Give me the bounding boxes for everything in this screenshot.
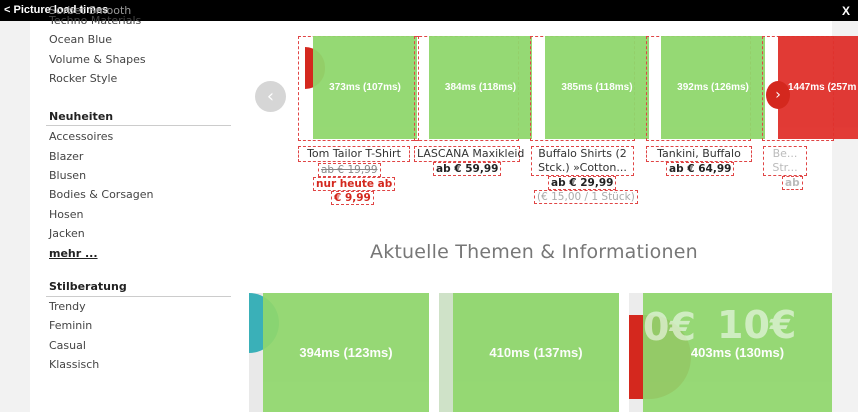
sidebar-item-blazer[interactable]: Blazer	[49, 150, 83, 163]
sidebar-item-techno[interactable]: Techno Materials	[49, 14, 141, 27]
sidebar-item-casual[interactable]: Casual	[49, 339, 86, 352]
sidebar-item-hosen[interactable]: Hosen	[49, 208, 83, 221]
badge-text: 0€	[643, 305, 696, 349]
sidebar-heading-stilberatung: Stilberatung	[49, 280, 127, 293]
sidebar-item-klassisch[interactable]: Klassisch	[49, 358, 99, 371]
sidebar-more-link[interactable]: mehr ...	[49, 247, 98, 260]
close-icon[interactable]: X	[842, 4, 850, 18]
divider	[46, 296, 231, 297]
product-name[interactable]: Be... Str...	[763, 146, 807, 176]
load-time-overlay: 1447ms (257m	[778, 36, 858, 139]
topic-tile[interactable]: 403ms (130ms) 0€ 10€	[629, 293, 832, 412]
load-time-overlay: 392ms (126ms)	[661, 36, 765, 139]
product-old-price: ab € 19,99	[318, 163, 381, 177]
load-time-overlay: 384ms (118ms)	[429, 36, 532, 139]
product-name[interactable]: LASCANA Maxikleid	[414, 146, 524, 162]
sidebar-item-feminin[interactable]: Feminin	[49, 319, 92, 332]
sidebar-item-rocker[interactable]: Rocker Style	[49, 72, 117, 85]
chevron-right-icon: ›	[775, 87, 781, 103]
sidebar-item-ocean[interactable]: Ocean Blue	[49, 33, 112, 46]
sidebar-item-bodies[interactable]: Bodies & Corsagen	[49, 188, 154, 201]
sidebar-item-jacken[interactable]: Jacken	[49, 227, 85, 240]
product-name[interactable]: Tom Tailor T-Shirt	[298, 146, 410, 162]
section-title: Aktuelle Themen & Informationen	[370, 241, 698, 263]
product-sale-label: nur heute ab	[313, 177, 396, 191]
topic-tile[interactable]: 394ms (123ms)	[249, 293, 429, 412]
load-time-overlay: 385ms (118ms)	[545, 36, 649, 139]
load-time-overlay: 373ms (107ms)	[313, 36, 417, 139]
divider	[46, 125, 231, 126]
product-price: € 9,99	[331, 191, 374, 205]
left-page-margin	[0, 21, 30, 412]
product-unit-price: (€ 15,00 / 1 Stück)	[534, 190, 638, 204]
sidebar-heading-neuheiten: Neuheiten	[49, 110, 114, 123]
carousel-next-button[interactable]: ›	[766, 81, 790, 109]
product-price: ab € 29,99	[548, 176, 617, 190]
badge-text: 10€	[717, 303, 797, 347]
sidebar-item-accessoires[interactable]: Accessoires	[49, 130, 113, 143]
sidebar-item-blusen[interactable]: Blusen	[49, 169, 86, 182]
product-name[interactable]: Buffalo Shirts (2 Stck.) »Cotton...	[531, 146, 634, 176]
product-price: ab € 59,99	[433, 162, 502, 176]
carousel-prev-button[interactable]: ‹	[255, 81, 286, 112]
sidebar-item-volume[interactable]: Volume & Shapes	[49, 53, 146, 66]
sidebar-item-trendy[interactable]: Trendy	[49, 300, 86, 313]
chevron-left-icon: ‹	[266, 86, 275, 107]
product-price: ab	[782, 176, 803, 190]
load-time-overlay: 410ms (137ms)	[453, 293, 619, 412]
topic-tile[interactable]: 410ms (137ms)	[439, 293, 619, 412]
load-time-overlay: 394ms (123ms)	[263, 293, 429, 412]
product-name[interactable]: Tankini, Buffalo	[646, 146, 752, 162]
product-price: ab € 64,99	[666, 162, 735, 176]
